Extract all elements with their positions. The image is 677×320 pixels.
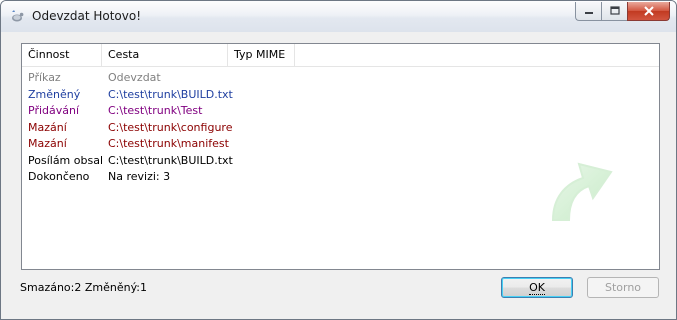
row-action: Posílám obsah <box>28 153 102 167</box>
list-header: Činnost Cesta Typ MIME <box>22 44 659 67</box>
row-action: Dokončeno <box>28 170 90 183</box>
row-action: Mazání <box>28 120 67 134</box>
row-path: Na revizi: 3 <box>108 170 171 183</box>
row-action: Mazání <box>28 137 67 150</box>
tortoise-icon <box>9 8 25 24</box>
list-row[interactable]: Mazání C:\test\trunk\configure <box>22 120 659 137</box>
window-title: Odevzdat Hotovo! <box>32 9 142 23</box>
ok-button[interactable]: OK <box>501 277 573 298</box>
column-header-path[interactable]: Cesta <box>102 44 228 67</box>
row-path: C:\test\trunk\Test <box>108 104 203 117</box>
list-row[interactable]: Dokončeno Na revizi: 3 <box>22 169 659 186</box>
maximize-icon <box>609 6 620 15</box>
cancel-button[interactable]: Storno <box>587 277 659 298</box>
row-path: C:\test\trunk\manifest <box>108 137 229 150</box>
list-rows: Příkaz Odevzdat Změněný C:\test\trunk\BU… <box>22 70 659 186</box>
list-row[interactable]: Změněný C:\test\trunk\BUILD.txt <box>22 87 659 104</box>
close-icon <box>643 6 654 16</box>
close-button[interactable] <box>627 2 670 21</box>
dialog-body: Činnost Cesta Typ MIME Příkaz Odevzdat Z… <box>9 32 668 313</box>
ok-button-label: OK <box>529 281 545 295</box>
minimize-icon <box>584 12 593 14</box>
list-row[interactable]: Přidávání C:\test\trunk\Test <box>22 103 659 120</box>
list-row[interactable]: Příkaz Odevzdat <box>22 70 659 87</box>
row-path: C:\test\trunk\BUILD.txt <box>108 87 233 101</box>
action-list[interactable]: Činnost Cesta Typ MIME Příkaz Odevzdat Z… <box>21 43 660 270</box>
row-path: Odevzdat <box>108 71 161 84</box>
row-action: Změněný <box>28 87 81 101</box>
row-action: Příkaz <box>28 71 61 84</box>
maximize-button[interactable] <box>601 2 627 21</box>
row-path: C:\test\trunk\BUILD.txt <box>108 153 233 167</box>
row-path: C:\test\trunk\configure <box>108 120 233 134</box>
title-bar[interactable]: Odevzdat Hotovo! <box>1 1 676 32</box>
column-header-action[interactable]: Činnost <box>22 44 102 67</box>
list-row[interactable]: Mazání C:\test\trunk\manifest <box>22 136 659 153</box>
dialog-window: Odevzdat Hotovo! Činnost Cesta Typ MIME <box>0 0 677 320</box>
list-row[interactable]: Posílám obsah C:\test\trunk\BUILD.txt <box>22 153 659 170</box>
row-action: Přidávání <box>28 104 80 117</box>
caption-buttons <box>575 2 670 22</box>
column-header-mime[interactable]: Typ MIME <box>228 44 295 67</box>
status-summary: Smazáno:2 Změněný:1 <box>20 281 147 294</box>
minimize-button[interactable] <box>575 2 601 21</box>
